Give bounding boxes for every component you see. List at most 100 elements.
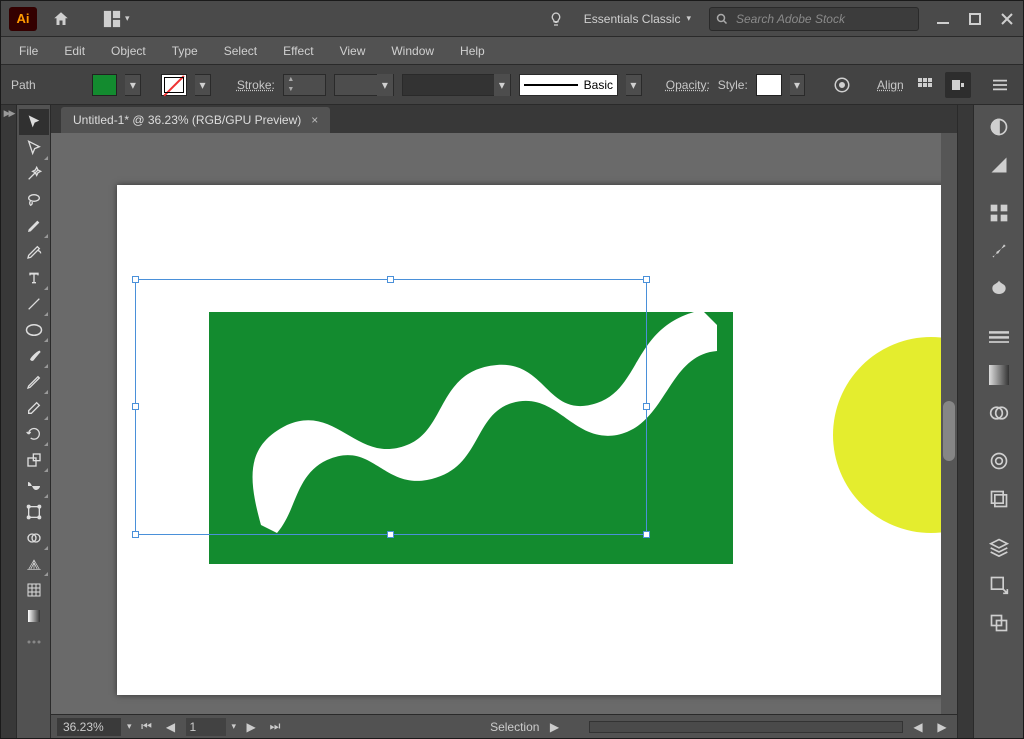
close-button[interactable]: [991, 5, 1023, 33]
pen-tool[interactable]: [19, 213, 49, 239]
artboard-number-field[interactable]: 1: [186, 718, 226, 736]
transparency-panel-button[interactable]: [979, 396, 1019, 430]
stroke-weight-up[interactable]: ▲: [284, 75, 298, 85]
maximize-button[interactable]: [959, 5, 991, 33]
rotate-tool[interactable]: [19, 421, 49, 447]
color-guide-panel-button[interactable]: [979, 148, 1019, 182]
type-tool[interactable]: [19, 265, 49, 291]
swatches-panel-button[interactable]: [979, 196, 1019, 230]
tab-close-button[interactable]: ×: [311, 113, 318, 127]
menu-file[interactable]: File: [9, 40, 48, 62]
graphic-style-dropdown[interactable]: ▾: [790, 74, 806, 96]
scroll-left-button[interactable]: ◀: [909, 720, 927, 734]
opacity-label[interactable]: Opacity:: [666, 78, 710, 92]
document-tab[interactable]: Untitled-1* @ 36.23% (RGB/GPU Preview) ×: [61, 107, 330, 133]
right-panel-collapse[interactable]: [957, 105, 973, 738]
control-bar-menu-button[interactable]: [987, 72, 1013, 98]
home-icon[interactable]: [43, 1, 79, 37]
layers-panel-button[interactable]: [979, 530, 1019, 564]
menu-select[interactable]: Select: [214, 40, 267, 62]
style-label: Style:: [718, 78, 748, 92]
menu-type[interactable]: Type: [162, 40, 208, 62]
artwork-yellow-circle[interactable]: [833, 337, 957, 533]
mesh-tool[interactable]: [19, 577, 49, 603]
left-panel-collapse[interactable]: ▶▶: [1, 105, 17, 738]
arrange-documents-button[interactable]: ▾: [95, 10, 138, 28]
ellipse-tool[interactable]: [19, 317, 49, 343]
selection-handle[interactable]: [132, 403, 139, 410]
line-segment-tool[interactable]: [19, 291, 49, 317]
variable-width-profile[interactable]: ▾: [334, 74, 393, 96]
curvature-tool[interactable]: [19, 239, 49, 265]
stroke-dropdown[interactable]: ▾: [195, 74, 211, 96]
transform-panel-button[interactable]: [945, 72, 971, 98]
appearance-panel-button[interactable]: [979, 444, 1019, 478]
artboards-panel-button[interactable]: [979, 606, 1019, 640]
zoom-level-field[interactable]: 36.23%: [57, 718, 121, 736]
align-label[interactable]: Align: [877, 78, 904, 92]
stroke-panel-button[interactable]: [979, 320, 1019, 354]
graphic-styles-panel-button[interactable]: [979, 482, 1019, 516]
stock-search[interactable]: [709, 7, 919, 31]
zoom-dropdown[interactable]: ▾: [127, 721, 132, 732]
menu-edit[interactable]: Edit: [54, 40, 95, 62]
gradient-panel-button[interactable]: [979, 358, 1019, 392]
magic-wand-tool[interactable]: [19, 161, 49, 187]
scale-tool[interactable]: [19, 447, 49, 473]
stroke-swatch[interactable]: [161, 74, 187, 96]
selection-handle[interactable]: [132, 276, 139, 283]
workspace-switcher[interactable]: Essentials Classic ▾: [574, 6, 701, 32]
next-artboard-button[interactable]: ▶: [242, 720, 260, 734]
menu-help[interactable]: Help: [450, 40, 495, 62]
brushes-panel-button[interactable]: [979, 234, 1019, 268]
more-tools-indicator[interactable]: [19, 629, 49, 655]
selection-handle[interactable]: [132, 531, 139, 538]
gradient-tool[interactable]: [19, 603, 49, 629]
color-panel-button[interactable]: [979, 110, 1019, 144]
status-menu-button[interactable]: ▶: [545, 720, 563, 734]
minimize-button[interactable]: [927, 5, 959, 33]
stroke-weight-field[interactable]: ▲▼: [283, 74, 327, 96]
lightbulb-icon[interactable]: [538, 1, 574, 37]
brush-definition[interactable]: ▾: [402, 74, 511, 96]
asset-export-panel-button[interactable]: [979, 568, 1019, 602]
shape-builder-tool[interactable]: [19, 525, 49, 551]
last-artboard-button[interactable]: ⏭: [266, 719, 284, 734]
symbols-panel-button[interactable]: [979, 272, 1019, 306]
app-logo: Ai: [9, 7, 37, 31]
selection-tool[interactable]: [19, 109, 49, 135]
align-panel-button[interactable]: [912, 72, 938, 98]
brush-profile-dropdown[interactable]: ▾: [626, 74, 642, 96]
stock-search-input[interactable]: [734, 11, 912, 27]
artboard[interactable]: [117, 185, 957, 695]
zoom-value: 36.23%: [63, 720, 104, 734]
direct-selection-tool[interactable]: [19, 135, 49, 161]
recolor-artwork-button[interactable]: [829, 72, 855, 98]
perspective-grid-tool[interactable]: [19, 551, 49, 577]
scroll-right-button[interactable]: ▶: [933, 720, 951, 734]
lasso-tool[interactable]: [19, 187, 49, 213]
menu-window[interactable]: Window: [381, 40, 444, 62]
artwork-wave-path[interactable]: [177, 275, 737, 555]
stroke-weight-down[interactable]: ▼: [284, 85, 298, 95]
fill-swatch[interactable]: [92, 74, 118, 96]
menu-object[interactable]: Object: [101, 40, 156, 62]
vertical-scrollbar[interactable]: [941, 133, 957, 714]
canvas[interactable]: [51, 133, 957, 714]
menu-view[interactable]: View: [330, 40, 376, 62]
horizontal-scrollbar[interactable]: [589, 721, 903, 733]
first-artboard-button[interactable]: ⏮: [138, 719, 156, 734]
stroke-label[interactable]: Stroke:: [237, 78, 275, 92]
fill-dropdown[interactable]: ▾: [125, 74, 141, 96]
free-transform-tool[interactable]: [19, 499, 49, 525]
width-tool[interactable]: [19, 473, 49, 499]
graphic-style-swatch[interactable]: [756, 74, 782, 96]
brush-profile[interactable]: Basic: [519, 74, 618, 96]
pencil-tool[interactable]: [19, 369, 49, 395]
vertical-scroll-thumb[interactable]: [943, 401, 955, 461]
paintbrush-tool[interactable]: [19, 343, 49, 369]
artboard-dropdown[interactable]: ▾: [232, 721, 237, 732]
menu-effect[interactable]: Effect: [273, 40, 323, 62]
eraser-tool[interactable]: [19, 395, 49, 421]
prev-artboard-button[interactable]: ◀: [162, 720, 180, 734]
